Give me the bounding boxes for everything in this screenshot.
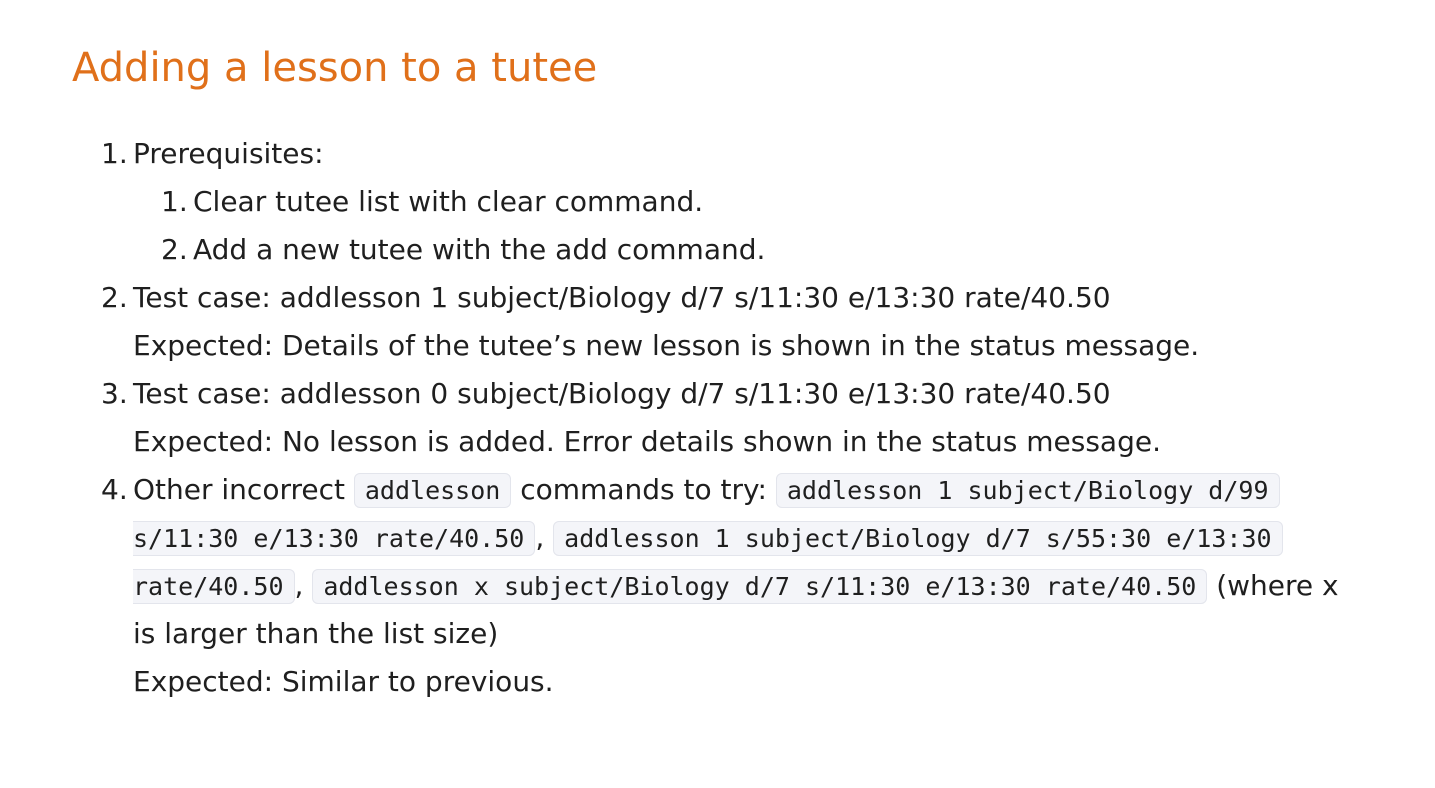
sublist-item-2: 2. Add a new tutee with the add command.	[101, 226, 1431, 274]
sublist-item-1: 1. Clear tutee list with clear command.	[101, 178, 1431, 226]
list-number: 4.	[101, 473, 128, 506]
steps-list: 1. Prerequisites: 1. Clear tutee list wi…	[101, 130, 1431, 706]
list-item-4: 4. Other incorrect addlesson commands to…	[101, 466, 1431, 514]
inline-code-example-3: addlesson x subject/Biology d/7 s/11:30 …	[312, 569, 1208, 604]
sublist-number: 1.	[161, 185, 188, 218]
list-item-text: Prerequisites:	[133, 137, 324, 170]
list-item-3-expected: Expected: No lesson is added. Error deta…	[101, 418, 1431, 466]
list-item-1: 1. Prerequisites:	[101, 130, 1431, 178]
sublist-item-text: Clear tutee list with clear command.	[193, 185, 704, 218]
expected-text: Expected: Similar to previous.	[133, 665, 554, 698]
expected-text: Expected: Details of the tutee’s new les…	[133, 329, 1200, 362]
list-item-4-line-4: is larger than the list size)	[101, 610, 1431, 658]
inline-code-example-1-cont: s/11:30 e/13:30 rate/40.50	[133, 521, 536, 556]
inline-code-example-2: addlesson 1 subject/Biology d/7 s/55:30 …	[553, 521, 1283, 556]
test-case-text: Test case: addlesson 1 subject/Biology d…	[133, 281, 1111, 314]
separator: ,	[535, 521, 545, 554]
inline-code-example-1: addlesson 1 subject/Biology d/99	[775, 473, 1280, 508]
section-heading: Adding a lesson to a tutee	[72, 45, 598, 91]
list-item-4-line-2: s/11:30 e/13:30 rate/40.50, addlesson 1 …	[101, 514, 1431, 562]
list-item-2: 2. Test case: addlesson 1 subject/Biolog…	[101, 274, 1431, 322]
middle-text: commands to try:	[520, 473, 767, 506]
list-number: 1.	[101, 137, 128, 170]
expected-text: Expected: No lesson is added. Error deta…	[133, 425, 1161, 458]
list-number: 2.	[101, 281, 128, 314]
list-item-4-line-3: rate/40.50, addlesson x subject/Biology …	[101, 562, 1431, 610]
sublist-number: 2.	[161, 233, 188, 266]
list-number: 3.	[101, 377, 128, 410]
list-item-4-expected: Expected: Similar to previous.	[101, 658, 1431, 706]
sublist-item-text: Add a new tutee with the add command.	[193, 233, 766, 266]
list-item-3: 3. Test case: addlesson 0 subject/Biolog…	[101, 370, 1431, 418]
intro-text: Other incorrect	[133, 473, 345, 506]
separator: ,	[294, 569, 304, 602]
list-item-4-line-1: Other incorrect addlesson commands to tr…	[133, 466, 1280, 515]
trailing-text: (where x	[1216, 569, 1339, 602]
document-page: Adding a lesson to a tutee 1. Prerequisi…	[0, 0, 1435, 788]
test-case-text: Test case: addlesson 0 subject/Biology d…	[133, 377, 1111, 410]
trailing-text-cont: is larger than the list size)	[133, 617, 499, 650]
inline-code-example-2-cont: rate/40.50	[133, 569, 295, 604]
list-item-2-expected: Expected: Details of the tutee’s new les…	[101, 322, 1431, 370]
inline-code-command: addlesson	[353, 473, 512, 508]
